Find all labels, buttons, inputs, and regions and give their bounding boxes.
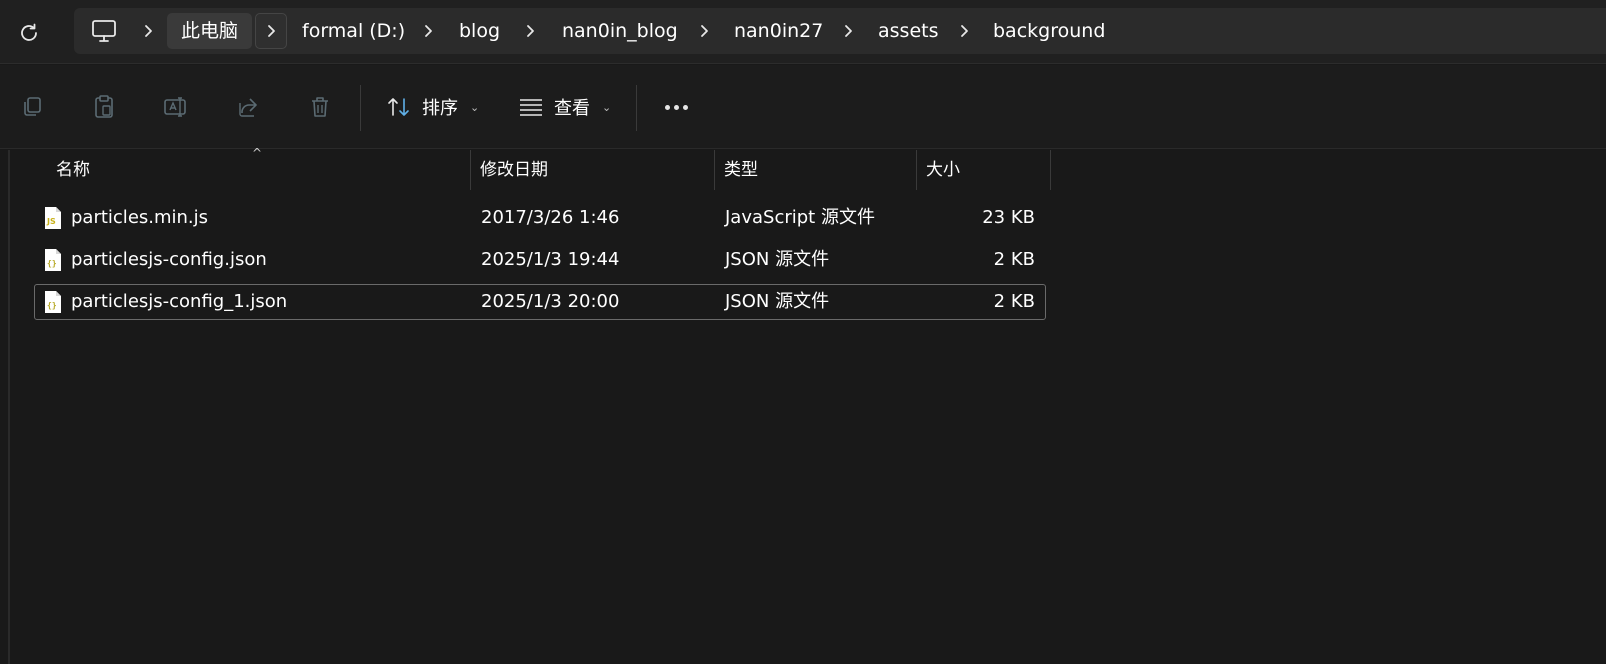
toolbar-divider	[636, 85, 637, 131]
breadcrumb: 此电脑 formal (D:) blog nan0in_blog nan0in2…	[74, 8, 1606, 54]
column-header-size[interactable]: 大小	[916, 150, 1046, 190]
chevron-right-icon	[425, 25, 432, 37]
command-bar: 排序 ⌄ 查看 ⌄	[0, 65, 1606, 149]
column-divider[interactable]	[1050, 150, 1051, 190]
paste-button[interactable]	[84, 89, 124, 125]
file-row-focused[interactable]: {} particlesjs-config_1.json 2025/1/3 20…	[34, 284, 1046, 320]
file-date: 2025/1/3 19:44	[481, 249, 620, 270]
breadcrumb-item-background[interactable]: background	[993, 8, 1105, 54]
file-date: 2025/1/3 20:00	[481, 291, 620, 312]
chevron-right-icon	[845, 25, 852, 37]
breadcrumb-separator[interactable]	[838, 8, 858, 54]
breadcrumb-item-this-pc[interactable]: 此电脑	[167, 13, 253, 49]
file-row[interactable]: JS particles.min.js 2017/3/26 1:46 JavaS…	[34, 200, 1046, 236]
json-file-icon: {}	[45, 249, 61, 271]
navigation-pane-edge	[8, 150, 10, 664]
column-header-type[interactable]: 类型	[714, 150, 914, 190]
more-dot	[664, 104, 670, 110]
sort-label: 排序	[422, 98, 458, 119]
chevron-right-icon	[527, 25, 534, 37]
breadcrumb-item-blog[interactable]: blog	[459, 8, 500, 54]
svg-text:JS: JS	[46, 217, 56, 226]
chevron-right-icon	[701, 25, 708, 37]
breadcrumb-separator-active[interactable]	[255, 13, 287, 49]
breadcrumb-separator[interactable]	[138, 8, 158, 54]
view-list-icon	[520, 99, 542, 116]
breadcrumb-separator[interactable]	[520, 8, 540, 54]
rename-icon	[164, 97, 186, 117]
breadcrumb-separator[interactable]	[694, 8, 714, 54]
chevron-right-icon	[268, 25, 275, 37]
toolbar-divider	[360, 85, 361, 131]
file-name: particles.min.js	[71, 207, 209, 228]
chevron-right-icon	[145, 25, 152, 37]
chevron-down-icon: ⌄	[602, 100, 612, 114]
paste-icon	[95, 95, 113, 118]
rename-button[interactable]	[156, 89, 196, 125]
file-row[interactable]: {} particlesjs-config.json 2025/1/3 19:4…	[34, 242, 1046, 278]
file-date: 2017/3/26 1:46	[481, 207, 620, 228]
copy-icon	[24, 97, 41, 116]
svg-text:{}: {}	[47, 301, 57, 310]
more-dot	[673, 104, 679, 110]
refresh-button[interactable]	[14, 18, 44, 48]
breadcrumb-item-nan0in27[interactable]: nan0in27	[734, 8, 823, 54]
address-bar: 此电脑 formal (D:) blog nan0in_blog nan0in2…	[0, 0, 1606, 64]
file-size: 2 KB	[993, 249, 1035, 270]
breadcrumb-item-drive[interactable]: formal (D:)	[302, 8, 405, 54]
copy-button[interactable]	[12, 89, 52, 125]
refresh-icon	[21, 23, 37, 41]
trash-icon	[312, 97, 328, 117]
chevron-down-icon: ⌄	[470, 100, 480, 114]
breadcrumb-separator[interactable]	[954, 8, 974, 54]
json-file-icon: {}	[45, 291, 61, 313]
column-header-name[interactable]: 名称	[46, 150, 474, 190]
delete-button[interactable]	[300, 89, 340, 125]
js-file-icon: JS	[45, 207, 61, 229]
sort-menu-button[interactable]: 排序 ⌄	[386, 89, 479, 125]
more-options-button[interactable]	[656, 89, 696, 125]
view-label: 查看	[554, 98, 590, 119]
view-menu-button[interactable]: 查看 ⌄	[518, 89, 611, 125]
file-type: JavaScript 源文件	[725, 207, 875, 228]
sort-icon	[388, 98, 409, 116]
file-type: JSON 源文件	[725, 291, 830, 312]
svg-text:{}: {}	[47, 259, 57, 268]
file-name: particlesjs-config_1.json	[71, 291, 288, 312]
breadcrumb-separator[interactable]	[418, 8, 438, 54]
file-size: 2 KB	[993, 291, 1035, 312]
more-dot	[682, 104, 688, 110]
share-icon	[239, 98, 257, 117]
file-type: JSON 源文件	[725, 249, 830, 270]
column-header-row: ^ 名称 修改日期 类型 大小	[34, 146, 1054, 190]
file-name: particlesjs-config.json	[71, 249, 267, 270]
computer-icon[interactable]	[90, 18, 118, 44]
chevron-right-icon	[961, 25, 968, 37]
share-button[interactable]	[228, 89, 268, 125]
breadcrumb-item-nan0in-blog[interactable]: nan0in_blog	[562, 8, 678, 54]
file-size: 23 KB	[982, 207, 1035, 228]
column-header-date[interactable]: 修改日期	[470, 150, 708, 190]
breadcrumb-item-assets[interactable]: assets	[878, 8, 938, 54]
